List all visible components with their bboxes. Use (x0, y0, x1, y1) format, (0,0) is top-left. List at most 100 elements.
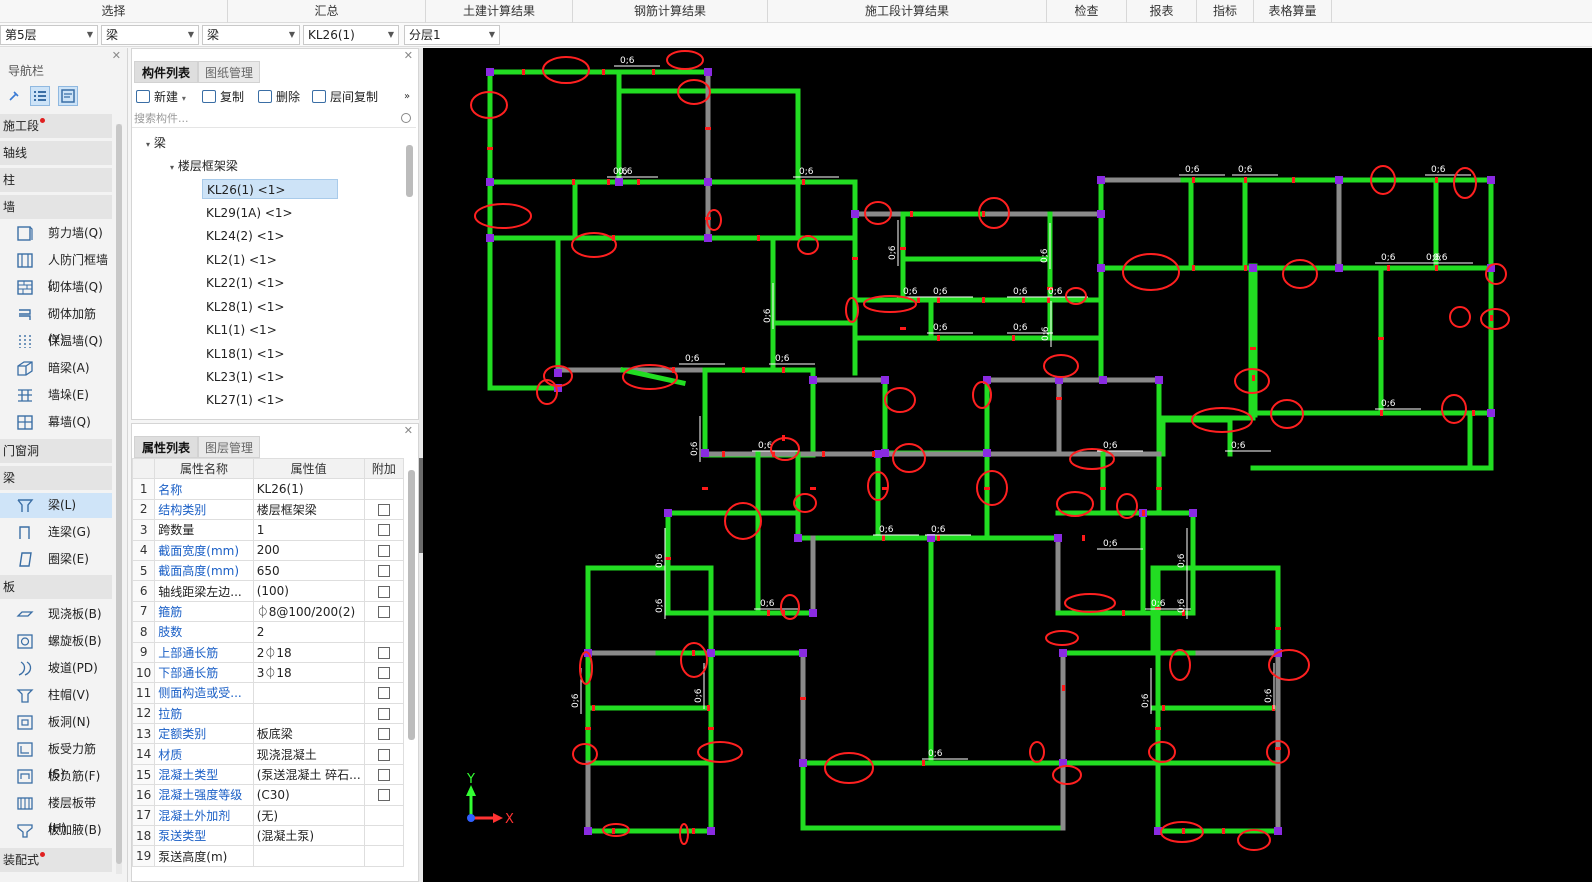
property-value-field[interactable]: (泵送混凝土 碎石... (252, 763, 365, 786)
component-item[interactable]: KL28(1) <1> (206, 297, 284, 317)
component-item[interactable]: KL2(1) <1> (206, 250, 277, 270)
tab-property-list[interactable]: 属性列表 (134, 436, 198, 458)
tab-rebar-results[interactable]: 钢筋计算结果 (573, 0, 768, 23)
nav-category-slab[interactable]: 板 (0, 575, 112, 599)
property-row[interactable]: 14 材质 现浇混凝土 (131, 743, 405, 765)
tab-index[interactable]: 指标 (1197, 0, 1254, 23)
property-row[interactable]: 13 定额类别 板底梁 (131, 723, 405, 745)
property-row[interactable]: 2 结构类别 楼层框架梁 (131, 498, 405, 521)
tab-select[interactable]: 选择 (0, 0, 228, 23)
more-tools-icon[interactable]: » (404, 88, 410, 106)
extra-checkbox[interactable] (377, 687, 390, 700)
property-row[interactable]: 9 上部通长筋 2⏀18 (131, 641, 405, 663)
property-value-field[interactable]: 650 (252, 559, 365, 582)
nav-item-masonry-wall[interactable]: 砌体墙(Q) (0, 275, 112, 300)
component-search-input[interactable]: 搜索构件... (132, 110, 416, 128)
tab-segment-results[interactable]: 施工段计算结果 (768, 0, 1047, 23)
extra-checkbox[interactable] (377, 789, 390, 802)
extra-checkbox[interactable] (377, 646, 390, 659)
property-value-field[interactable]: 200 (252, 539, 365, 561)
floor-select[interactable]: 第5层 ▼ (0, 25, 98, 45)
nav-category-wall[interactable]: 墙 (0, 195, 112, 219)
property-value-field[interactable]: 3⏀18 (252, 661, 365, 684)
component-select[interactable]: KL26(1) ▼ (303, 25, 399, 45)
nav-scrollbar[interactable] (116, 124, 122, 874)
component-item[interactable]: KL29(1A) <1> (206, 203, 293, 223)
property-value-field[interactable]: 板底梁 (252, 723, 365, 745)
tab-table-quantity[interactable]: 表格算量 (1254, 0, 1332, 23)
nav-item-beam[interactable]: 梁(L) (0, 493, 112, 518)
delete-button[interactable]: 删除 (258, 88, 300, 106)
extra-checkbox[interactable] (377, 544, 390, 557)
nav-item-ring-beam[interactable]: 圈梁(E) (0, 547, 112, 572)
nav-item-wall-pier[interactable]: 墙垛(E) (0, 383, 112, 408)
extra-checkbox[interactable] (377, 524, 390, 537)
nav-category-beam[interactable]: 梁 (0, 466, 112, 490)
tree-group-node[interactable]: ▾ 楼层框架梁 (170, 156, 238, 176)
property-value-field[interactable] (252, 702, 365, 725)
property-value-field[interactable]: KL26(1) (252, 478, 365, 500)
close-icon[interactable]: ✕ (404, 49, 413, 62)
property-value-field[interactable]: (100) (252, 580, 365, 602)
nav-category-column[interactable]: 柱 (0, 168, 112, 192)
property-row[interactable]: 11 侧面构造或受... (131, 682, 405, 704)
nav-item-slab-main-rebar[interactable]: 板受力筋(S) (0, 737, 112, 781)
nav-category-construction-segment[interactable]: 施工段 (0, 114, 112, 138)
property-row[interactable]: 16 混凝土强度等级 (C30) (131, 784, 405, 806)
tree-root-node[interactable]: ▾ 梁 (146, 133, 166, 153)
tab-summary[interactable]: 汇总 (228, 0, 426, 23)
nav-item-hidden-beam[interactable]: 暗梁(A) (0, 356, 112, 381)
property-value-field[interactable] (252, 682, 365, 704)
property-row[interactable]: 5 截面高度(mm) 650 (131, 559, 405, 582)
close-icon[interactable]: ✕ (404, 424, 413, 437)
property-row[interactable]: 17 混凝土外加剂 (无) (131, 804, 405, 827)
property-value-field[interactable]: ⏀8@100/200(2) (252, 600, 365, 623)
property-row[interactable]: 15 混凝土类型 (泵送混凝土 碎石... (131, 763, 405, 786)
property-value-field[interactable] (252, 845, 365, 867)
floor-copy-button[interactable]: 层间复制 (312, 88, 378, 106)
extra-checkbox[interactable] (377, 503, 390, 516)
nav-item-column-cap[interactable]: 柱帽(V) (0, 683, 112, 708)
nav-item-civil-defense-door-wall[interactable]: 人防门框墙( (0, 248, 112, 292)
nav-item-insulation-wall[interactable]: 保温墙(Q) (0, 329, 112, 354)
tab-report[interactable]: 报表 (1127, 0, 1197, 23)
list-view-icon[interactable] (30, 86, 50, 106)
property-row[interactable]: 7 箍筋 ⏀8@100/200(2) (131, 600, 405, 623)
nav-category-door-window[interactable]: 门窗洞 (0, 439, 112, 463)
nav-item-cast-slab[interactable]: 现浇板(B) (0, 602, 112, 627)
component-list-scrollbar[interactable] (406, 145, 413, 415)
nav-item-masonry-rebar[interactable]: 砌体加筋(Y) (0, 302, 112, 346)
tab-drawing-management[interactable]: 图纸管理 (198, 61, 260, 83)
tab-layer-management[interactable]: 图层管理 (198, 436, 260, 458)
collapse-arrow-icon[interactable]: ▾ (146, 140, 150, 149)
property-value-field[interactable]: 2 (252, 621, 365, 643)
pin-icon[interactable] (4, 86, 24, 106)
nav-scroll-thumb[interactable] (116, 124, 122, 864)
extra-checkbox[interactable] (377, 605, 390, 618)
property-value-field[interactable]: 2⏀18 (252, 641, 365, 663)
tab-component-list[interactable]: 构件列表 (134, 61, 198, 83)
detail-view-icon[interactable] (58, 86, 78, 106)
property-row[interactable]: 1 名称 KL26(1) (131, 478, 405, 500)
property-row[interactable]: 18 泵送类型 (混凝土泵) (131, 825, 405, 847)
tab-civil-results[interactable]: 土建计算结果 (426, 0, 573, 23)
nav-item-curtain-wall[interactable]: 幕墙(Q) (0, 410, 112, 435)
category-select[interactable]: 梁 ▼ (101, 25, 199, 45)
property-row[interactable]: 6 轴线距梁左边... (100) (131, 580, 405, 602)
property-row[interactable]: 4 截面宽度(mm) 200 (131, 539, 405, 561)
nav-item-slab-haunch[interactable]: 板加腋(B) (0, 818, 112, 843)
extra-checkbox[interactable] (377, 769, 390, 782)
property-row[interactable]: 3 跨数量 1 (131, 519, 405, 541)
nav-item-coupling-beam[interactable]: 连梁(G) (0, 520, 112, 545)
property-value-field[interactable]: 楼层框架梁 (252, 498, 365, 521)
collapse-arrow-icon[interactable]: ▾ (170, 163, 174, 172)
nav-item-slab-hole[interactable]: 板洞(N) (0, 710, 112, 735)
component-item[interactable]: KL26(1) <1> (202, 179, 338, 199)
property-row[interactable]: 19 泵送高度(m) (131, 845, 405, 867)
property-value-field[interactable]: 现浇混凝土 (252, 743, 365, 765)
component-scroll-thumb[interactable] (406, 145, 413, 197)
search-icon[interactable] (401, 113, 411, 123)
extra-checkbox[interactable] (377, 748, 390, 761)
layer-select[interactable]: 分层1 ▼ (404, 25, 500, 45)
copy-button[interactable]: 复制 (202, 88, 244, 106)
